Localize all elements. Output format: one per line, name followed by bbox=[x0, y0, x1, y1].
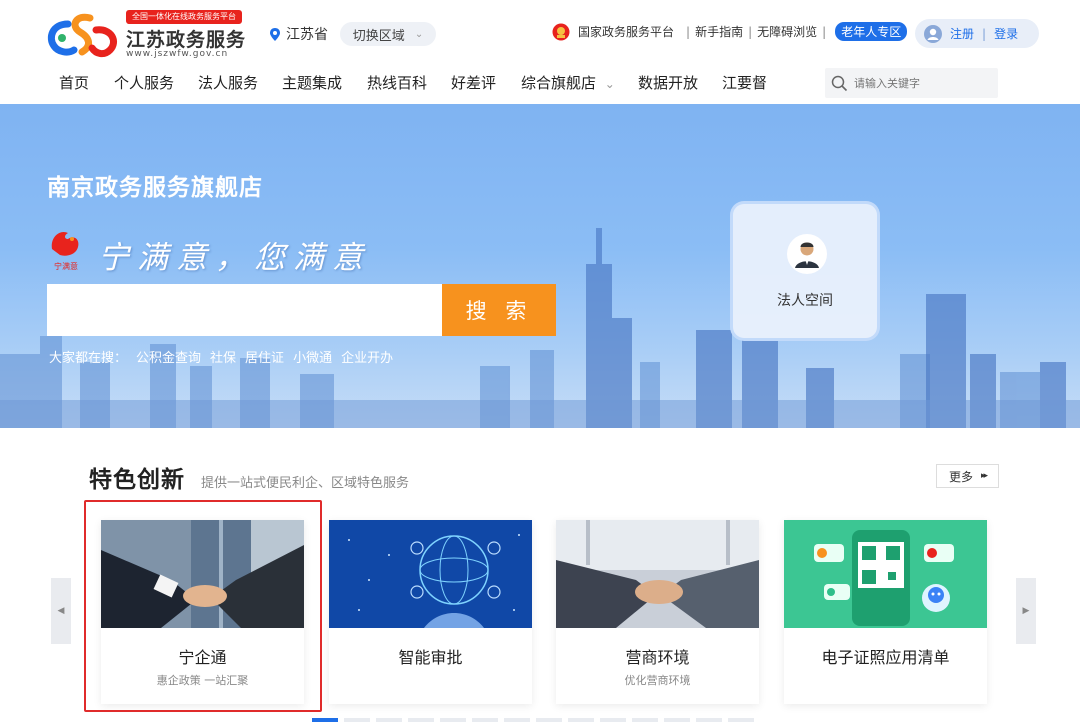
digital-globe-image bbox=[329, 520, 532, 628]
more-label: 更多 bbox=[948, 469, 973, 484]
carousel-dot[interactable] bbox=[440, 718, 466, 722]
business-person-icon bbox=[787, 234, 827, 274]
logo-title: 江苏政务服务 bbox=[126, 29, 247, 51]
login-area: 注册 | 登录 bbox=[915, 19, 1039, 48]
carousel-dot[interactable] bbox=[728, 718, 754, 722]
carousel-dot[interactable] bbox=[568, 718, 594, 722]
legal-space-card[interactable]: 法人空间 bbox=[730, 201, 880, 341]
nav-item-supervision[interactable]: 江要督 bbox=[722, 72, 767, 93]
divider: | bbox=[686, 24, 691, 39]
hot-searches: 大家都在搜： 公积金查询 社保 居住证 小微通 企业开办 bbox=[49, 347, 393, 366]
header-search bbox=[825, 68, 998, 98]
hot-search-term[interactable]: 企业开办 bbox=[341, 347, 393, 366]
switch-region-button[interactable]: 切换区域 ⌄ bbox=[340, 22, 436, 46]
hot-search-label: 大家都在搜： bbox=[49, 351, 128, 366]
carousel-prev-button[interactable]: ◀ bbox=[51, 578, 71, 644]
logo-url: www.jszwfw.gov.cn bbox=[126, 49, 229, 59]
hero-banner: 南京政务服务旗舰店 宁满意 宁满意，您满意 搜 索 大家都在搜： 公积金查询 社… bbox=[0, 104, 1080, 428]
search-icon[interactable] bbox=[831, 75, 848, 92]
jiangsu-logo-icon bbox=[47, 13, 117, 58]
hot-search-term[interactable]: 公积金查询 bbox=[136, 347, 201, 366]
switch-region-label: 切换区域 bbox=[352, 28, 405, 44]
nav-item-themes[interactable]: 主题集成 bbox=[282, 72, 342, 93]
header-search-input[interactable] bbox=[854, 76, 984, 90]
carousel-dot[interactable] bbox=[504, 718, 530, 722]
e-license-illustration bbox=[784, 520, 987, 628]
nav-item-evaluation[interactable]: 好差评 bbox=[451, 72, 496, 93]
double-chevron-right-icon: ▸▸ bbox=[980, 471, 988, 481]
current-region[interactable]: 江苏省 bbox=[270, 24, 328, 44]
card-title: 智能审批 bbox=[398, 648, 463, 667]
accessibility-link[interactable]: 无障碍浏览 bbox=[757, 23, 817, 40]
nav-item-hotline[interactable]: 热线百科 bbox=[367, 72, 427, 93]
handshake-photo bbox=[101, 520, 304, 628]
elder-zone-link[interactable]: 老年人专区 bbox=[835, 22, 908, 41]
card-title: 营商环境 bbox=[625, 648, 690, 667]
carousel-next-button[interactable]: ▶ bbox=[1016, 578, 1036, 644]
nav-item-personal[interactable]: 个人服务 bbox=[114, 72, 174, 93]
carousel-indicators bbox=[312, 718, 754, 722]
site-logo[interactable]: 全国一体化在线政务服务平台 江苏政务服务 www.jszwfw.gov.cn bbox=[46, 10, 256, 62]
nav-item-flagship[interactable]: 综合旗舰店 ⌄ bbox=[521, 72, 615, 93]
hero-search-button[interactable]: 搜 索 bbox=[442, 284, 556, 336]
nav-item-open-data[interactable]: 数据开放 bbox=[638, 72, 698, 93]
national-platform-link[interactable]: 国家政务服务平台 bbox=[578, 23, 674, 40]
region-name: 江苏省 bbox=[286, 27, 328, 43]
chevron-down-icon: ⌄ bbox=[604, 77, 615, 91]
carousel-dot[interactable] bbox=[344, 718, 370, 722]
feature-card-business-environment[interactable]: 营商环境 优化营商环境 bbox=[556, 520, 759, 704]
carousel-dot[interactable] bbox=[536, 718, 562, 722]
section-subtitle: 提供一站式便民利企、区域特色服务 bbox=[201, 476, 410, 491]
national-emblem-icon bbox=[552, 23, 570, 40]
location-pin-icon bbox=[270, 27, 280, 41]
legal-space-label: 法人空间 bbox=[777, 293, 833, 309]
card-subtitle: 惠企政策 一站汇聚 bbox=[156, 674, 249, 687]
card-title: 电子证照应用清单 bbox=[821, 648, 950, 667]
nav-item-home[interactable]: 首页 bbox=[59, 72, 89, 93]
nav-item-flagship-label: 综合旗舰店 bbox=[521, 74, 597, 92]
register-link[interactable]: 注册 bbox=[950, 25, 974, 42]
carousel-dot[interactable] bbox=[600, 718, 626, 722]
top-header: 全国一体化在线政务服务平台 江苏政务服务 www.jszwfw.gov.cn 江… bbox=[0, 0, 1080, 64]
divider: | bbox=[748, 24, 753, 39]
user-avatar-icon bbox=[924, 24, 942, 43]
ning-manyi-logo-icon: 宁满意 bbox=[51, 231, 79, 271]
chevron-down-icon: ⌄ bbox=[414, 28, 424, 40]
hot-search-term[interactable]: 小微通 bbox=[293, 347, 332, 366]
banner-title: 南京政务服务旗舰店 bbox=[47, 175, 263, 201]
card-title: 宁企通 bbox=[178, 648, 227, 667]
triangle-right-icon: ▶ bbox=[1022, 606, 1030, 616]
carousel-dot[interactable] bbox=[376, 718, 402, 722]
carousel-dot[interactable] bbox=[696, 718, 722, 722]
carousel-dot[interactable] bbox=[664, 718, 690, 722]
logo-badge: 全国一体化在线政务服务平台 bbox=[126, 10, 242, 24]
triangle-left-icon: ◀ bbox=[57, 606, 65, 616]
section-title: 特色创新 bbox=[89, 467, 185, 493]
banner-slogan: 宁满意，您满意 bbox=[98, 240, 371, 276]
login-separator: | bbox=[982, 26, 987, 41]
slogan-logo-text: 宁满意 bbox=[54, 261, 78, 271]
more-button[interactable]: 更多 ▸▸ bbox=[936, 464, 999, 488]
hot-search-term[interactable]: 居住证 bbox=[245, 347, 284, 366]
nav-item-legal[interactable]: 法人服务 bbox=[198, 72, 258, 93]
card-subtitle: 优化营商环境 bbox=[624, 674, 691, 687]
guide-link[interactable]: 新手指南 bbox=[695, 23, 743, 40]
divider: | bbox=[822, 24, 827, 39]
carousel-dot[interactable] bbox=[472, 718, 498, 722]
top-links: 国家政务服务平台 | 新手指南 | 无障碍浏览 | 老年人专区 bbox=[552, 22, 929, 41]
feature-card-ningqitong[interactable]: 宁企通 惠企政策 一站汇聚 bbox=[101, 520, 304, 704]
carousel-dot[interactable] bbox=[312, 718, 338, 722]
hero-search-input[interactable] bbox=[47, 284, 442, 336]
login-link[interactable]: 登录 bbox=[994, 25, 1018, 42]
carousel-dot[interactable] bbox=[632, 718, 658, 722]
business-handshake-photo bbox=[556, 520, 759, 628]
hot-search-term[interactable]: 社保 bbox=[210, 347, 236, 366]
feature-card-e-license[interactable]: 电子证照应用清单 bbox=[784, 520, 987, 704]
carousel-dot[interactable] bbox=[408, 718, 434, 722]
feature-card-smart-approval[interactable]: 智能审批 bbox=[329, 520, 532, 704]
